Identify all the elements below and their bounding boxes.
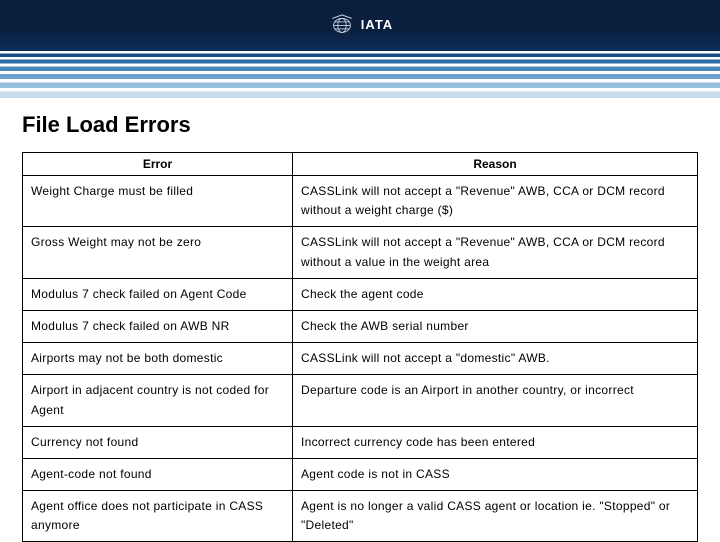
globe-icon <box>327 9 357 39</box>
header-stripes <box>0 48 720 98</box>
table-row: Gross Weight may not be zero CASSLink wi… <box>23 227 698 278</box>
cell-error: Modulus 7 check failed on Agent Code <box>23 278 293 310</box>
table-row: Weight Charge must be filled CASSLink wi… <box>23 176 698 227</box>
cell-error: Weight Charge must be filled <box>23 176 293 227</box>
cell-error: Currency not found <box>23 426 293 458</box>
table-row: Currency not found Incorrect currency co… <box>23 426 698 458</box>
cell-reason: CASSLink will not accept a "Revenue" AWB… <box>293 227 698 278</box>
header-top: IATA <box>0 0 720 48</box>
logo-text: IATA <box>359 17 393 32</box>
col-header-reason: Reason <box>293 153 698 176</box>
cell-error: Modulus 7 check failed on AWB NR <box>23 310 293 342</box>
cell-reason: Departure code is an Airport in another … <box>293 375 698 426</box>
table-row: Airport in adjacent country is not coded… <box>23 375 698 426</box>
cell-reason: CASSLink will not accept a "Revenue" AWB… <box>293 176 698 227</box>
cell-error: Gross Weight may not be zero <box>23 227 293 278</box>
table-row: Agent office does not participate in CAS… <box>23 491 698 542</box>
cell-reason: Check the agent code <box>293 278 698 310</box>
header-band: IATA <box>0 0 720 98</box>
table-row: Modulus 7 check failed on AWB NR Check t… <box>23 310 698 342</box>
content-area: File Load Errors Error Reason Weight Cha… <box>0 98 720 542</box>
iata-logo: IATA <box>327 9 393 39</box>
table-row: Airports may not be both domestic CASSLi… <box>23 343 698 375</box>
page-title: File Load Errors <box>22 112 698 138</box>
cell-error: Airport in adjacent country is not coded… <box>23 375 293 426</box>
cell-reason: Agent is no longer a valid CASS agent or… <box>293 491 698 542</box>
cell-reason: Agent code is not in CASS <box>293 458 698 490</box>
table-row: Modulus 7 check failed on Agent Code Che… <box>23 278 698 310</box>
cell-error: Agent office does not participate in CAS… <box>23 491 293 542</box>
table-row: Agent-code not found Agent code is not i… <box>23 458 698 490</box>
cell-reason: Check the AWB serial number <box>293 310 698 342</box>
cell-reason: Incorrect currency code has been entered <box>293 426 698 458</box>
table-header-row: Error Reason <box>23 153 698 176</box>
cell-error: Airports may not be both domestic <box>23 343 293 375</box>
cell-reason: CASSLink will not accept a "domestic" AW… <box>293 343 698 375</box>
cell-error: Agent-code not found <box>23 458 293 490</box>
col-header-error: Error <box>23 153 293 176</box>
errors-table: Error Reason Weight Charge must be fille… <box>22 152 698 542</box>
